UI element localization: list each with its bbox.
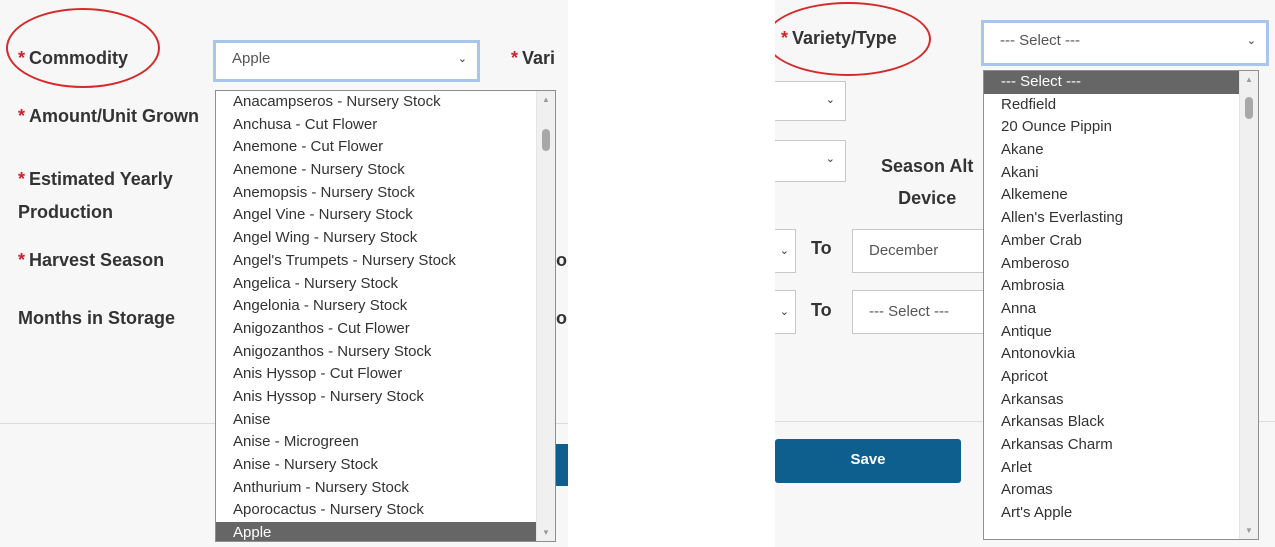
- commodity-options: Anacampseros - Nursery Stock Anchusa - Cu…: [216, 91, 555, 541]
- dropdown-option[interactable]: Apricot: [984, 366, 1258, 389]
- dropdown-option[interactable]: Arkansas: [984, 389, 1258, 412]
- dropdown-option[interactable]: Angelica - Nursery Stock: [216, 273, 555, 296]
- dropdown-option[interactable]: Angel Wing - Nursery Stock: [216, 227, 555, 250]
- chevron-down-icon: ⌄: [779, 245, 789, 257]
- amount-unit-grown-label: * Amount/Unit Grown: [18, 106, 199, 126]
- dropdown-option[interactable]: Redfield: [984, 94, 1258, 117]
- dropdown-option[interactable]: Aromas: [984, 479, 1258, 502]
- storage-to-select[interactable]: --- Select ---: [852, 290, 992, 334]
- dropdown-option[interactable]: Amberoso: [984, 253, 1258, 276]
- dropdown-option[interactable]: Akani: [984, 162, 1258, 185]
- chevron-down-icon: ⌄: [825, 94, 835, 106]
- dropdown-option[interactable]: Amber Crab: [984, 230, 1258, 253]
- dropdown-option[interactable]: Angelonia - Nursery Stock: [216, 295, 555, 318]
- variety-dropdown-list[interactable]: --- Select --- Redfield 20 Ounce Pippin Aka…: [983, 70, 1259, 540]
- chevron-down-icon: ⌄: [779, 306, 789, 318]
- dropdown-option[interactable]: Anis Hyssop - Nursery Stock: [216, 386, 555, 409]
- dropdown-option[interactable]: Apple: [216, 522, 555, 541]
- dropdown-option[interactable]: 20 Ounce Pippin: [984, 116, 1258, 139]
- dropdown-option[interactable]: Akane: [984, 139, 1258, 162]
- dropdown-option[interactable]: Allen's Everlasting: [984, 207, 1258, 230]
- amount-unit-select-partial[interactable]: ⌄: [775, 81, 846, 121]
- storage-from-select-partial[interactable]: ⌄: [775, 290, 796, 334]
- scroll-down-icon[interactable]: ▼: [537, 528, 555, 537]
- chevron-down-icon: ⌄: [1246, 35, 1256, 47]
- chevron-down-icon: ⌄: [457, 53, 467, 65]
- dropdown-option[interactable]: Anemopsis - Nursery Stock: [216, 182, 555, 205]
- months-in-storage-label: Months in Storage: [18, 308, 175, 328]
- scroll-up-icon[interactable]: ▲: [537, 95, 555, 104]
- to-label-truncated: o: [556, 250, 567, 270]
- dropdown-option[interactable]: --- Select ---: [984, 71, 1258, 94]
- scroll-thumb[interactable]: [542, 129, 550, 151]
- dropdown-option[interactable]: Antique: [984, 321, 1258, 344]
- dropdown-option[interactable]: Anchusa - Cut Flower: [216, 114, 555, 137]
- dropdown-option[interactable]: Anacampseros - Nursery Stock: [216, 91, 555, 114]
- chevron-down-icon: ⌄: [825, 153, 835, 165]
- dropdown-option[interactable]: Anigozanthos - Nursery Stock: [216, 341, 555, 364]
- commodity-form-panel: * Commodity Apple ⌄ * Vari * Amount/Unit Gr…: [0, 0, 568, 547]
- estimated-yearly-production-label: * Estimated Yearly Production: [18, 169, 173, 222]
- commodity-label: * Commodity: [18, 48, 129, 68]
- variety-type-select[interactable]: --- Select --- ⌄: [981, 20, 1269, 66]
- dropdown-option[interactable]: Antonovkia: [984, 343, 1258, 366]
- dropdown-option[interactable]: Anemone - Nursery Stock: [216, 159, 555, 182]
- dropdown-option[interactable]: Angel Vine - Nursery Stock: [216, 204, 555, 227]
- dropdown-option[interactable]: Aporocactus - Nursery Stock: [216, 499, 555, 522]
- commodity-dropdown-list[interactable]: Anacampseros - Nursery Stock Anchusa - Cu…: [215, 90, 556, 542]
- variety-options: --- Select --- Redfield 20 Ounce Pippin Aka…: [984, 71, 1258, 525]
- commodity-select[interactable]: Apple ⌄: [213, 40, 480, 82]
- dropdown-option[interactable]: Arkansas Charm: [984, 434, 1258, 457]
- dropdown-option[interactable]: Anemone - Cut Flower: [216, 136, 555, 159]
- dropdown-option[interactable]: Anigozanthos - Cut Flower: [216, 318, 555, 341]
- dropdown-option[interactable]: Anise: [216, 409, 555, 432]
- dropdown-option[interactable]: Arkansas Black: [984, 411, 1258, 434]
- dropdown-option[interactable]: Anthurium - Nursery Stock: [216, 477, 555, 500]
- variety-label-truncated: * Vari: [511, 48, 556, 68]
- scroll-down-icon[interactable]: ▼: [1240, 526, 1258, 535]
- yearly-production-unit-select-partial[interactable]: ⌄: [775, 140, 846, 182]
- harvest-from-select-partial[interactable]: ⌄: [775, 229, 796, 273]
- dropdown-option[interactable]: Art's Apple: [984, 502, 1258, 525]
- scroll-thumb[interactable]: [1245, 97, 1253, 119]
- storage-to-label: To: [811, 300, 832, 320]
- variety-type-label: * Variety/Type: [781, 28, 897, 48]
- required-marker: *: [18, 48, 26, 68]
- scrollbar[interactable]: ▲ ▼: [536, 91, 555, 541]
- harvest-season-label: * Harvest Season: [18, 250, 165, 270]
- dropdown-option[interactable]: Anis Hyssop - Cut Flower: [216, 363, 555, 386]
- scroll-up-icon[interactable]: ▲: [1240, 75, 1258, 84]
- variety-form-panel: * Variety/Type --- Select --- ⌄ ⌄ ⌄ Seaso…: [775, 0, 1275, 547]
- harvest-to-label: To: [811, 238, 832, 258]
- dropdown-option[interactable]: Anise - Microgreen: [216, 431, 555, 454]
- dropdown-option[interactable]: Anna: [984, 298, 1258, 321]
- dropdown-option[interactable]: Arlet: [984, 457, 1258, 480]
- dropdown-option[interactable]: Alkemene: [984, 184, 1258, 207]
- dropdown-option[interactable]: Angel's Trumpets - Nursery Stock: [216, 250, 555, 273]
- to-label-truncated: o: [556, 308, 567, 328]
- season-alt-device-label: Season Alt Device: [881, 156, 974, 208]
- scrollbar[interactable]: ▲ ▼: [1239, 71, 1258, 539]
- dropdown-option[interactable]: Ambrosia: [984, 275, 1258, 298]
- save-button[interactable]: Save: [775, 439, 961, 483]
- dropdown-option[interactable]: Anise - Nursery Stock: [216, 454, 555, 477]
- harvest-to-select[interactable]: December: [852, 229, 992, 273]
